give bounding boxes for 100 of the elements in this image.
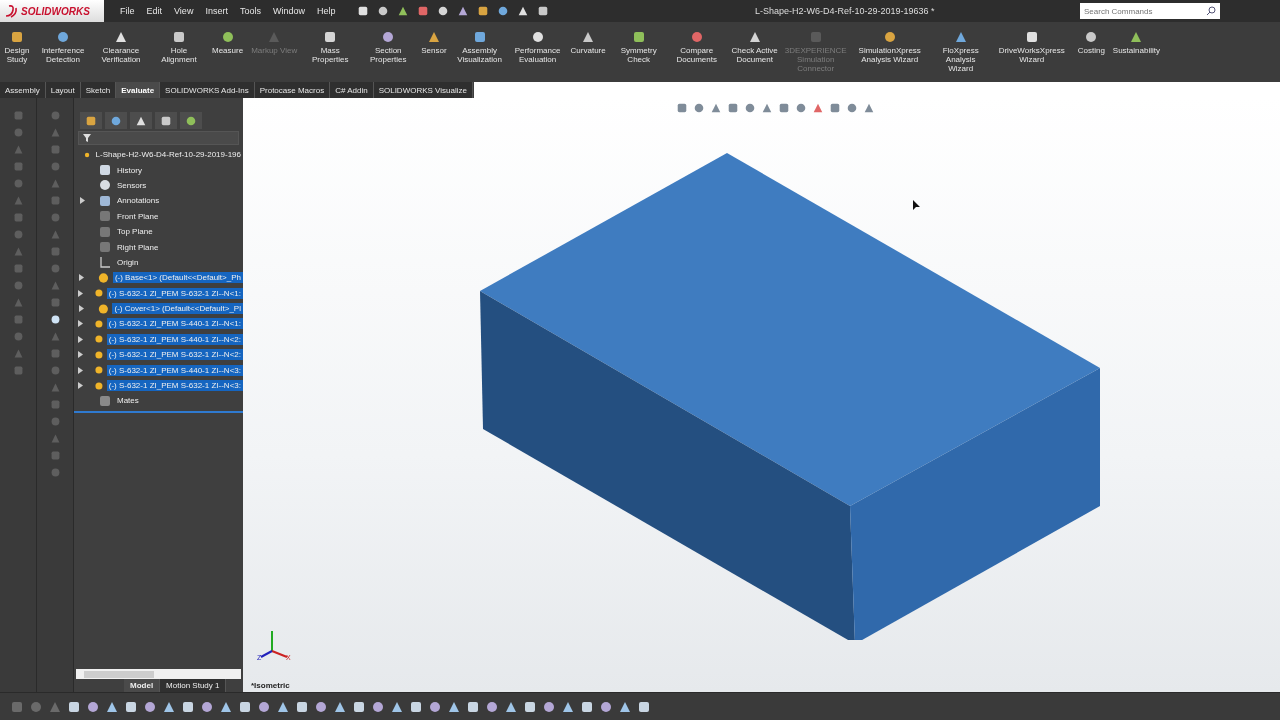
view-tool-icon[interactable]: [761, 102, 773, 114]
tree-item[interactable]: (-) S-632-1 ZI_PEM S-440-1 ZI--N<1:: [106, 318, 243, 330]
tree-item[interactable]: (-) Base<1> (Default<<Default>_Ph: [112, 272, 243, 284]
ribbon-button[interactable]: SimulationXpress Analysis Wizard: [847, 30, 932, 64]
selection-filter-icon[interactable]: [637, 699, 651, 714]
tree-root[interactable]: L-Shape-H2-W6-D4-Ref-10-29-2019-196: [93, 149, 243, 161]
tree-item[interactable]: (-) S-632-1 ZI_PEM S-632-1 ZI--N<3:: [106, 380, 243, 392]
panel-tab[interactable]: [180, 112, 202, 129]
ribbon-button[interactable]: Performance Evaluation: [508, 30, 567, 64]
panel-tab[interactable]: [105, 112, 127, 129]
tree-item[interactable]: (-) S-632-1 ZI_PEM S-632-1 ZI--N<2:: [106, 349, 243, 361]
expand-arrow-icon[interactable]: [78, 351, 84, 359]
toolbar-icon[interactable]: [477, 5, 490, 17]
selection-filter-icon[interactable]: [485, 699, 499, 714]
menu-item[interactable]: View: [168, 6, 200, 16]
search-field[interactable]: Search Commands: [1080, 3, 1220, 19]
tree-item[interactable]: Origin: [115, 256, 141, 268]
selection-filter-icon[interactable]: [352, 699, 366, 714]
selection-filter-icon[interactable]: [599, 699, 613, 714]
side-tool-icon[interactable]: [49, 314, 61, 325]
toolbar-icon[interactable]: [437, 5, 450, 17]
selection-filter-icon[interactable]: [238, 699, 252, 714]
tree-item[interactable]: Annotations: [115, 195, 162, 207]
ribbon-button[interactable]: Design Study: [0, 30, 34, 64]
ribbon-button[interactable]: Check Active Document: [725, 30, 784, 64]
selection-filter-icon[interactable]: [523, 699, 537, 714]
ribbon-button[interactable]: Assembly Visualization: [450, 30, 509, 64]
tree-item[interactable]: (-) Cover<1> (Default<<Default>_Pl: [112, 303, 243, 315]
ribbon-button[interactable]: Costing: [1073, 30, 1109, 55]
search-icon[interactable]: [1206, 6, 1216, 16]
study-tab[interactable]: Model: [124, 679, 161, 692]
ribbon-button[interactable]: Curvature: [566, 30, 610, 55]
toolbar-icon[interactable]: [397, 5, 410, 17]
selection-filter-icon[interactable]: [409, 699, 423, 714]
ribbon-button[interactable]: DriveWorksXpress Wizard: [989, 30, 1074, 64]
horizontal-scrollbar[interactable]: [76, 669, 241, 679]
selection-filter-icon[interactable]: [143, 699, 157, 714]
command-tab[interactable]: Sketch: [80, 82, 117, 98]
ribbon-button[interactable]: Measure: [208, 30, 248, 55]
view-tool-icon[interactable]: [676, 102, 688, 114]
ribbon-button[interactable]: Mass Properties: [301, 30, 360, 64]
ribbon-button[interactable]: Sustainability: [1108, 30, 1164, 55]
selection-filter-icon[interactable]: [200, 699, 214, 714]
panel-tab[interactable]: [80, 112, 102, 129]
expand-arrow-icon[interactable]: [78, 366, 84, 374]
command-tab[interactable]: SOLIDWORKS Add-Ins: [160, 82, 255, 98]
command-tab[interactable]: Layout: [45, 82, 81, 98]
selection-filter-icon[interactable]: [295, 699, 309, 714]
tree-item[interactable]: Mates: [115, 395, 141, 407]
expand-arrow-icon[interactable]: [78, 289, 84, 297]
expand-arrow-icon[interactable]: [78, 335, 84, 343]
ribbon-button[interactable]: Interference Detection: [34, 30, 92, 64]
menu-item[interactable]: Tools: [233, 6, 267, 16]
view-tool-icon[interactable]: [829, 102, 841, 114]
view-tool-icon[interactable]: [727, 102, 739, 114]
selection-filter-icon[interactable]: [371, 699, 385, 714]
selection-filter-icon[interactable]: [314, 699, 328, 714]
expand-arrow-icon[interactable]: [79, 197, 85, 205]
ribbon-button[interactable]: Symmetry Check: [609, 30, 668, 64]
view-tool-icon[interactable]: [812, 102, 824, 114]
command-tab[interactable]: SOLIDWORKS Visualize: [373, 82, 473, 98]
expand-arrow-icon[interactable]: [78, 320, 84, 328]
expand-arrow-icon[interactable]: [79, 305, 85, 313]
selection-filter-icon[interactable]: [542, 699, 556, 714]
selection-filter-icon[interactable]: [428, 699, 442, 714]
selection-filter-icon[interactable]: [181, 699, 195, 714]
panel-tab[interactable]: [130, 112, 152, 129]
menu-item[interactable]: File: [114, 6, 141, 16]
tree-item[interactable]: (-) S-632-1 ZI_PEM S-632-1 ZI--N<1:: [106, 287, 243, 299]
menu-item[interactable]: Insert: [199, 6, 234, 16]
command-tab[interactable]: Evaluate: [116, 82, 161, 98]
command-tab[interactable]: Assembly: [0, 82, 46, 98]
view-tool-icon[interactable]: [710, 102, 722, 114]
ribbon-button[interactable]: Sensor: [417, 30, 451, 55]
view-tool-icon[interactable]: [863, 102, 875, 114]
menu-item[interactable]: Edit: [140, 6, 169, 16]
tree-item[interactable]: Sensors: [115, 179, 149, 191]
selection-filter-icon[interactable]: [257, 699, 271, 714]
tree-item[interactable]: History: [115, 164, 144, 176]
tree-item[interactable]: (-) S-632-1 ZI_PEM S-440-1 ZI--N<3:: [106, 364, 243, 376]
expand-arrow-icon[interactable]: [79, 274, 85, 282]
selection-filter-icon[interactable]: [86, 699, 100, 714]
toolbar-icon[interactable]: [537, 5, 550, 17]
selection-filter-icon[interactable]: [124, 699, 138, 714]
menu-item[interactable]: Window: [266, 6, 311, 16]
toolbar-icon[interactable]: [457, 5, 470, 17]
ribbon-button[interactable]: Clearance Verification: [92, 30, 150, 64]
view-tool-icon[interactable]: [846, 102, 858, 114]
tree-item[interactable]: Front Plane: [115, 210, 161, 222]
menu-item[interactable]: Help: [310, 6, 342, 16]
view-tool-icon[interactable]: [778, 102, 790, 114]
ribbon-button[interactable]: Hole Alignment: [150, 30, 208, 64]
tree-item[interactable]: Right Plane: [115, 241, 161, 253]
ribbon-button[interactable]: Section Properties: [359, 30, 418, 64]
tree-item[interactable]: (-) S-632-1 ZI_PEM S-440-1 ZI--N<2:: [106, 333, 243, 345]
study-tab[interactable]: Motion Study 1: [160, 679, 227, 692]
selection-filter-icon[interactable]: [580, 699, 594, 714]
selection-filter-icon[interactable]: [466, 699, 480, 714]
view-tool-icon[interactable]: [795, 102, 807, 114]
expand-arrow-icon[interactable]: [78, 382, 84, 390]
